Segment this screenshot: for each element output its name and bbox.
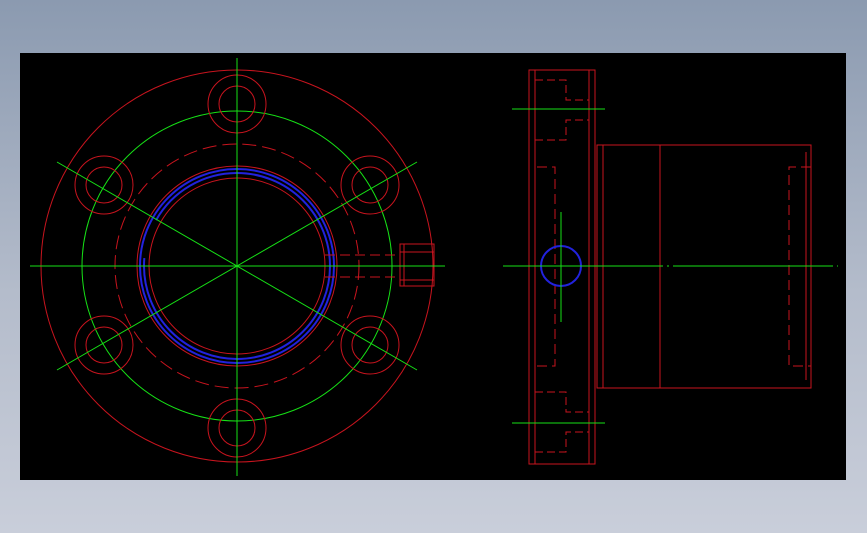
cad-viewport[interactable]	[20, 53, 846, 480]
front-view-flange	[30, 58, 445, 476]
side-bolt-hole-top	[512, 79, 605, 141]
bolt-hole-upper-left	[74, 155, 134, 215]
side-view-flange-nut	[503, 69, 838, 465]
side-bolt-hole-bottom	[512, 391, 605, 453]
bolt-hole-upper-right	[340, 155, 400, 215]
lube-port	[325, 243, 435, 287]
cad-drawing	[30, 58, 838, 476]
flange-profile	[528, 69, 596, 465]
front-centerlines	[30, 58, 445, 476]
